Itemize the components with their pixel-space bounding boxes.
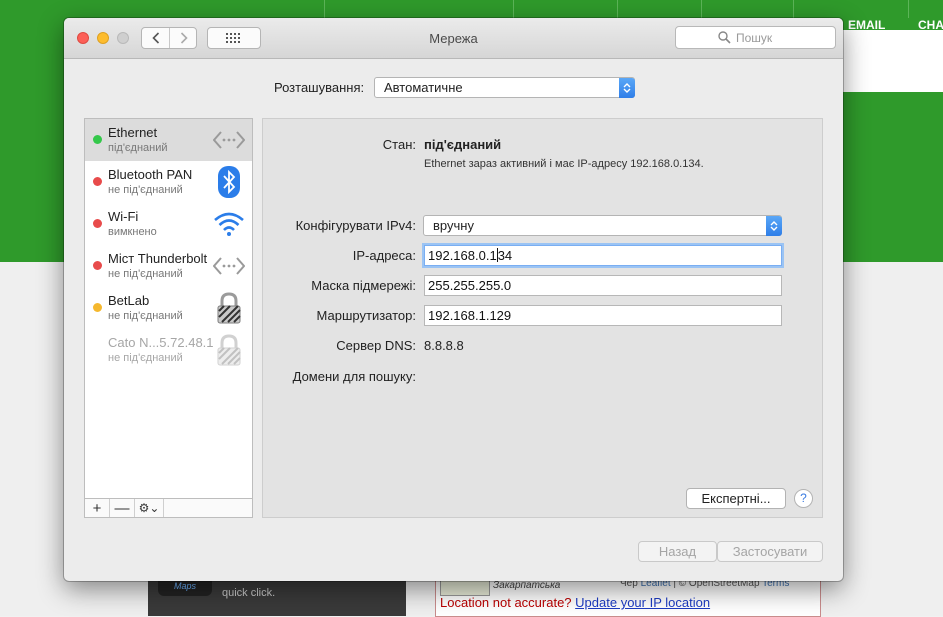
service-status: не під'єднаний: [108, 310, 183, 322]
router-value: 192.168.1.129: [428, 308, 512, 323]
router-field[interactable]: 192.168.1.129: [424, 305, 782, 326]
location-popup[interactable]: Автоматичне: [374, 77, 635, 98]
vpn-lock-icon: [213, 292, 245, 324]
remove-service-button[interactable]: —: [110, 499, 135, 517]
background-header-band: [843, 30, 943, 92]
status-label: Стан:: [382, 137, 416, 152]
network-preferences-window: Мережа Пошук Розташування: Автоматичне E…: [64, 18, 843, 581]
ip-address-value-rest: 34: [497, 248, 513, 263]
vpn-lock-icon: [213, 334, 245, 366]
bluetooth-icon: [213, 166, 245, 198]
nav-email-link[interactable]: EMAIL: [848, 18, 885, 32]
ethernet-icon: [213, 124, 245, 156]
background-app-panel: Maps: [148, 580, 406, 616]
nav-divider: [617, 0, 618, 18]
apply-button[interactable]: Застосувати: [717, 541, 823, 562]
service-name: Cato N...5.72.48.1: [108, 335, 214, 350]
nav-divider: [324, 0, 325, 18]
router-label: Маршрутизатор:: [316, 308, 416, 323]
subnet-mask-field[interactable]: 255.255.255.0: [424, 275, 782, 296]
service-list-toolbar: + — ⚙︎⌄: [84, 498, 253, 518]
configure-ipv4-value: вручну: [433, 218, 474, 233]
configure-ipv4-popup[interactable]: вручну: [423, 215, 782, 236]
search-domains-label: Домени для пошуку:: [292, 369, 416, 384]
nav-divider: [908, 0, 909, 18]
location-label: Розташування:: [274, 80, 365, 95]
service-status: не під'єднаний: [108, 352, 183, 364]
nav-divider: [793, 0, 794, 18]
service-name: Міст Thunderbolt: [108, 251, 208, 266]
map-region-label: Закарпатська: [493, 580, 561, 591]
search-placeholder: Пошук: [736, 31, 773, 45]
status-value: під'єднаний: [424, 137, 502, 152]
service-item-wifi[interactable]: Wi-Fi вимкнено: [85, 203, 252, 245]
popup-arrows-icon: [619, 78, 635, 98]
popup-arrows-icon: [766, 216, 782, 236]
location-prompt: Location not accurate?: [440, 595, 572, 610]
dns-server-value: 8.8.8.8: [424, 338, 464, 353]
thunderbolt-bridge-icon: [213, 250, 245, 282]
status-dot: [93, 261, 102, 270]
nav-divider: [701, 0, 702, 18]
service-name: Bluetooth PAN: [108, 167, 193, 182]
search-icon: [718, 31, 731, 44]
service-item-ethernet[interactable]: Ethernet під'єднаний: [85, 119, 252, 161]
service-detail-pane: Стан: під'єднаний Ethernet зараз активни…: [262, 118, 823, 518]
wifi-icon: [213, 208, 245, 240]
status-dot: [93, 219, 102, 228]
service-actions-menu[interactable]: ⚙︎⌄: [135, 499, 164, 517]
map-thumbnail: [440, 580, 490, 596]
status-note: Ethernet зараз активний і має IP-адресу …: [424, 158, 704, 170]
status-dot: [93, 177, 102, 186]
location-notice: Location not accurate? Update your IP lo…: [440, 595, 710, 610]
service-item-betlab[interactable]: BetLab не під'єднаний: [85, 287, 252, 329]
status-dot: [93, 303, 102, 312]
subnet-mask-label: Маска підмережі:: [311, 278, 416, 293]
service-item-thunderbolt-bridge[interactable]: Міст Thunderbolt не під'єднаний: [85, 245, 252, 287]
app-badge: Maps: [158, 580, 212, 596]
location-value: Автоматичне: [384, 80, 463, 95]
ip-address-label: IP-адреса:: [352, 248, 416, 263]
search-field[interactable]: Пошук: [675, 26, 836, 49]
dns-server-label: Сервер DNS:: [336, 338, 416, 353]
title-bar[interactable]: Мережа Пошук: [64, 18, 843, 59]
service-status: під'єднаний: [108, 142, 168, 154]
ip-address-value: 192.168.0.1: [428, 248, 497, 263]
subnet-mask-value: 255.255.255.0: [428, 278, 512, 293]
ip-address-field[interactable]: 192.168.0.134: [424, 245, 782, 266]
service-name: BetLab: [108, 293, 150, 308]
status-dot: [93, 135, 102, 144]
advanced-button[interactable]: Експертні...: [686, 488, 786, 509]
service-status: не під'єднаний: [108, 184, 183, 196]
service-list: Ethernet під'єднаний Bluetooth PAN не пі…: [84, 118, 253, 518]
service-status: вимкнено: [108, 226, 157, 238]
help-button[interactable]: ?: [794, 489, 813, 508]
add-service-button[interactable]: +: [85, 499, 110, 517]
nav-divider: [513, 0, 514, 18]
service-name: Wi-Fi: [108, 209, 139, 224]
service-name: Ethernet: [108, 125, 158, 140]
configure-ipv4-label: Конфігурувати IPv4:: [295, 218, 416, 233]
update-ip-location-link[interactable]: Update your IP location: [575, 595, 710, 610]
service-item-bluetooth-pan[interactable]: Bluetooth PAN не під'єднаний: [85, 161, 252, 203]
service-status: не під'єднаний: [108, 268, 183, 280]
app-panel-text: quick click.: [222, 587, 276, 599]
service-item-cato-vpn[interactable]: Cato N...5.72.48.1 не під'єднаний: [85, 329, 252, 371]
nav-chat-link[interactable]: CHA: [918, 18, 943, 32]
revert-button[interactable]: Назад: [638, 541, 717, 562]
